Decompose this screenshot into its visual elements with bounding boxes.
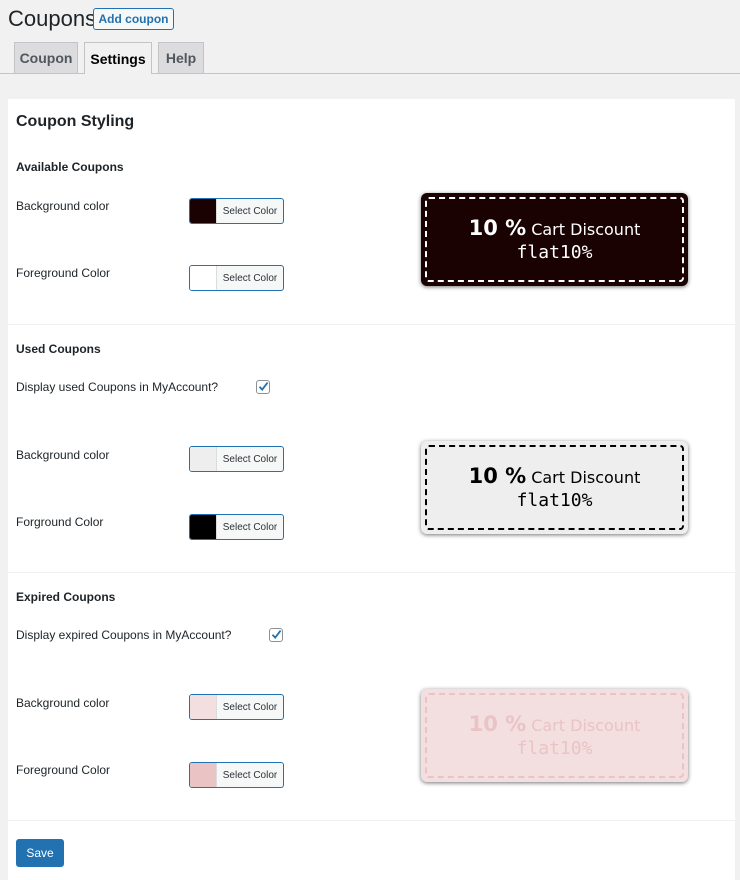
page-title: Coupons	[8, 6, 97, 31]
expired-display-label: Display expired Coupons in MyAccount?	[16, 628, 232, 642]
available-coupons-heading: Available Coupons	[16, 160, 124, 174]
coupon-code: flat10%	[516, 738, 593, 759]
color-swatch	[190, 695, 217, 719]
tab-bar: Coupon Settings Help	[0, 42, 740, 74]
coupon-amount: 10 %	[468, 712, 527, 736]
select-color-label: Select Color	[222, 701, 278, 713]
coupon-amount: 10 %	[468, 464, 527, 488]
used-foreground-picker[interactable]: Select Color	[189, 514, 284, 540]
expired-display-checkbox[interactable]	[269, 628, 283, 642]
add-coupon-button[interactable]: Add coupon	[93, 8, 174, 30]
color-swatch	[190, 266, 217, 290]
available-foreground-picker[interactable]: Select Color	[189, 265, 284, 291]
tab-settings[interactable]: Settings	[84, 42, 152, 74]
select-color-label: Select Color	[222, 769, 278, 781]
settings-panel: Coupon Styling Available Coupons Backgro…	[8, 99, 735, 880]
used-display-checkbox[interactable]	[256, 380, 270, 394]
expired-foreground-picker[interactable]: Select Color	[189, 762, 284, 788]
divider	[8, 572, 735, 573]
used-background-label: Background color	[16, 448, 110, 462]
used-background-picker[interactable]: Select Color	[189, 446, 284, 472]
expired-coupon-preview: 10 % Cart Discount flat10%	[421, 689, 688, 782]
select-color-label: Select Color	[222, 521, 278, 533]
expired-coupons-heading: Expired Coupons	[16, 590, 116, 604]
available-coupon-preview: 10 % Cart Discount flat10%	[421, 193, 688, 286]
coupon-code: flat10%	[516, 242, 593, 263]
section-title: Coupon Styling	[16, 113, 135, 130]
coupon-code: flat10%	[516, 490, 593, 511]
color-swatch	[190, 515, 217, 539]
used-display-label: Display used Coupons in MyAccount?	[16, 380, 219, 394]
select-color-label: Select Color	[222, 272, 278, 284]
expired-foreground-label: Foreground Color	[16, 763, 111, 777]
used-coupons-heading: Used Coupons	[16, 342, 101, 356]
coupon-description: Cart Discount	[531, 220, 641, 239]
color-swatch	[190, 447, 217, 471]
color-swatch	[190, 763, 217, 787]
tab-coupon[interactable]: Coupon	[14, 42, 78, 73]
available-foreground-label: Foreground Color	[16, 266, 111, 280]
coupon-description: Cart Discount	[531, 716, 641, 735]
checkmark-icon	[258, 382, 269, 391]
available-background-picker[interactable]: Select Color	[189, 198, 284, 224]
coupon-description: Cart Discount	[531, 468, 641, 487]
select-color-label: Select Color	[222, 205, 278, 217]
expired-background-picker[interactable]: Select Color	[189, 694, 284, 720]
expired-background-label: Background color	[16, 696, 110, 710]
available-background-label: Background color	[16, 199, 110, 213]
select-color-label: Select Color	[222, 453, 278, 465]
used-coupon-preview: 10 % Cart Discount flat10%	[421, 441, 688, 534]
divider	[8, 324, 735, 325]
save-button[interactable]: Save	[16, 839, 64, 867]
checkmark-icon	[271, 630, 282, 639]
color-swatch	[190, 199, 217, 223]
tab-help[interactable]: Help	[158, 42, 204, 73]
used-foreground-label: Forground Color	[16, 515, 104, 529]
divider	[8, 820, 735, 821]
coupon-amount: 10 %	[468, 216, 527, 240]
